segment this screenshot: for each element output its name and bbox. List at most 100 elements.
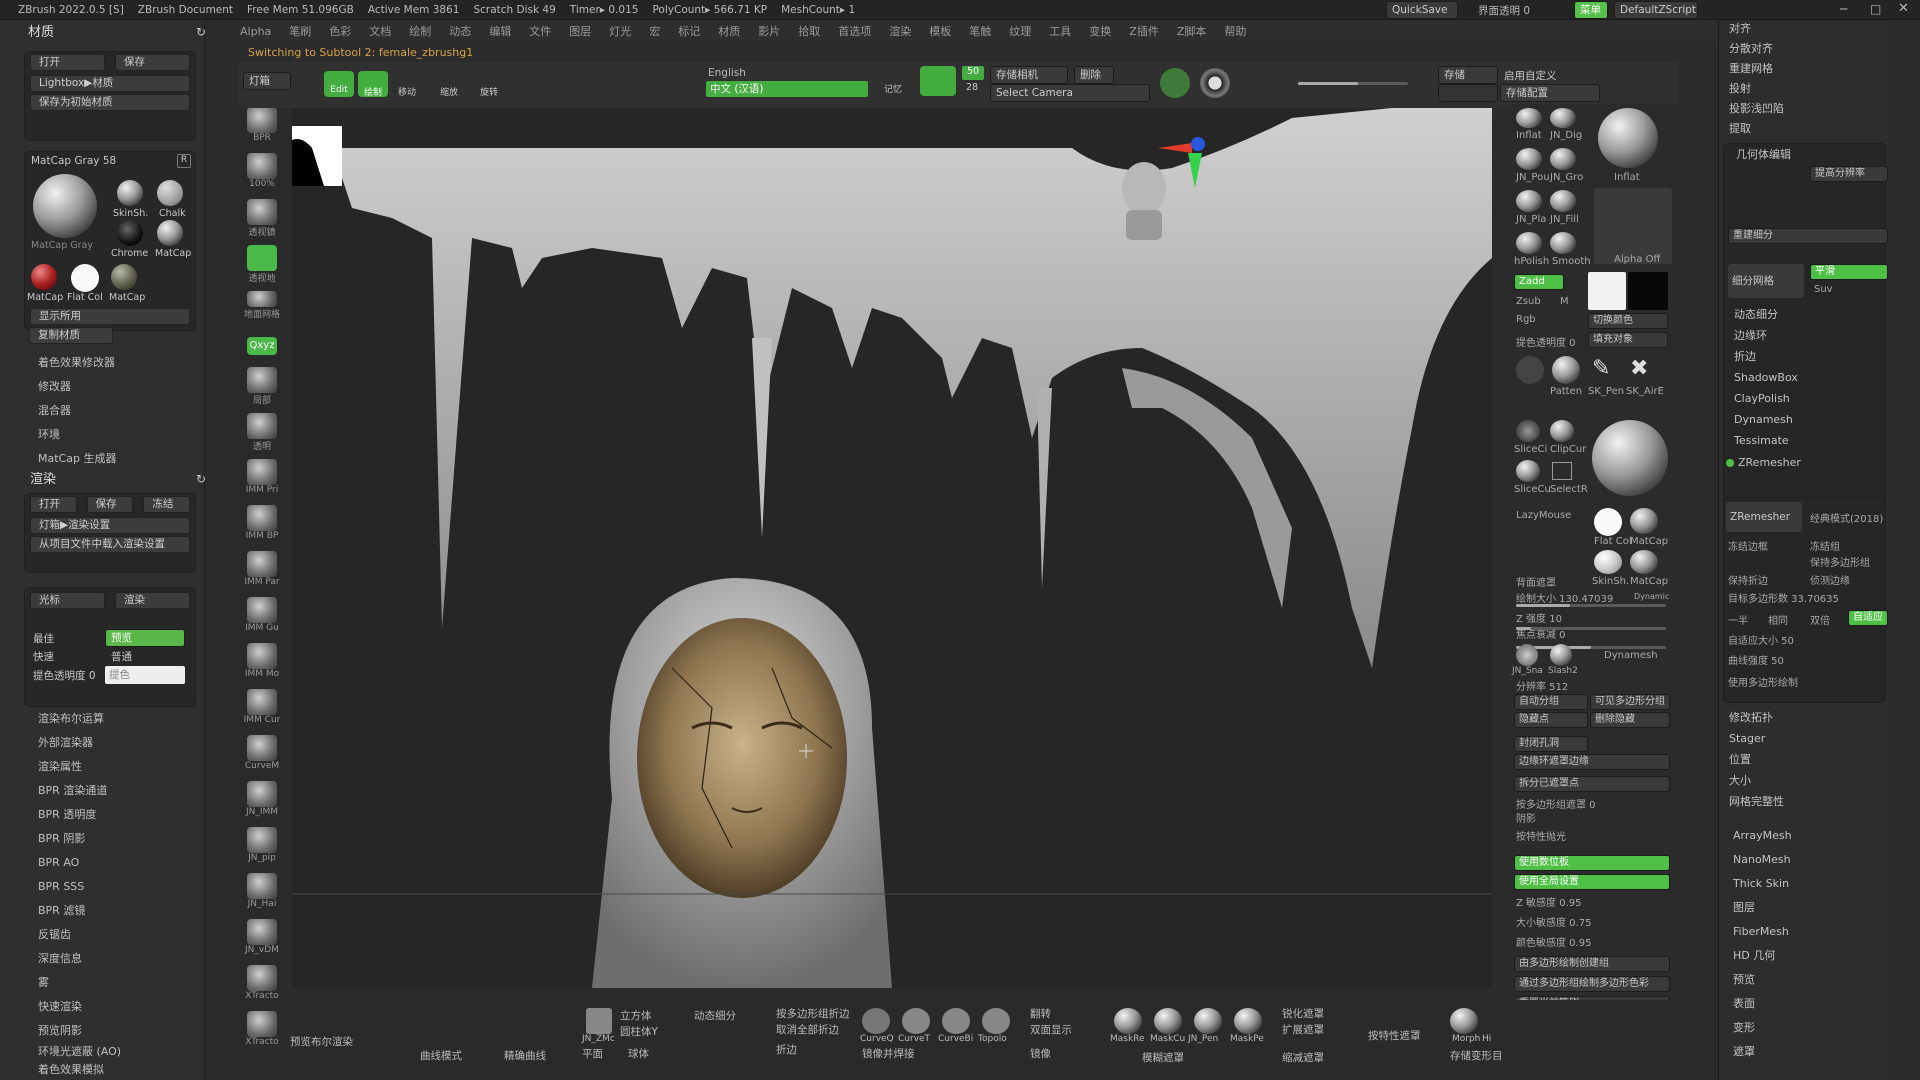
smooth-brush-icon[interactable] bbox=[1550, 232, 1576, 254]
language-english[interactable]: English bbox=[708, 67, 868, 79]
r-button[interactable]: R bbox=[177, 154, 191, 168]
item-hd-geometry[interactable]: HD 几何 bbox=[1719, 944, 1890, 968]
jn-pour-brush-icon[interactable] bbox=[1516, 148, 1542, 170]
fill-object-button[interactable]: 填充对象 bbox=[1588, 332, 1668, 348]
menu-tool[interactable]: 工具 bbox=[1049, 23, 1071, 39]
item-deformation[interactable]: 变形 bbox=[1719, 1016, 1890, 1040]
imm-bp-button[interactable]: IMM BP bbox=[238, 505, 286, 547]
project-item[interactable]: 投射 bbox=[1719, 79, 1890, 99]
auto-group-button[interactable]: 自动分组 bbox=[1514, 694, 1588, 710]
select-camera-dropdown[interactable]: Select Camera bbox=[990, 84, 1150, 102]
render-save-button[interactable]: 保存 bbox=[86, 496, 134, 513]
normal-label[interactable]: 普通 bbox=[105, 649, 185, 664]
move-button[interactable]: 移动 bbox=[392, 71, 422, 98]
mat-item-shader-mixer[interactable]: 着色效果修改器 bbox=[0, 351, 200, 375]
preview-boolean-button[interactable]: 预览布尔渲染 bbox=[290, 1034, 353, 1049]
jn-hair-button[interactable]: JN_Hai bbox=[238, 873, 286, 915]
item-arraymesh[interactable]: ArrayMesh bbox=[1719, 824, 1890, 848]
keep-creases-button[interactable]: 保持折边 bbox=[1728, 572, 1768, 587]
render-item-bpr-filter[interactable]: BPR 滤镜 bbox=[0, 899, 200, 923]
uncrease-all-button[interactable]: 取消全部折边 bbox=[776, 1022, 839, 1037]
grow-mask-button[interactable]: 扩展遮罩 bbox=[1282, 1022, 1324, 1037]
rotate-button[interactable]: 旋转 bbox=[474, 71, 504, 98]
qxyz-button[interactable]: Qxyz bbox=[238, 337, 286, 363]
draw-button[interactable]: 绘制 bbox=[358, 71, 388, 98]
curve-strength-slider[interactable]: 曲线强度 50 bbox=[1728, 652, 1784, 667]
mod-item-mesh-integrity[interactable]: 网格完整性 bbox=[1719, 791, 1890, 812]
flat-color-icon[interactable] bbox=[1594, 508, 1622, 536]
adaptive-size-slider[interactable]: 自适应大小 50 bbox=[1728, 632, 1794, 647]
size-sensitivity-slider[interactable]: 大小敏感度 0.75 bbox=[1516, 914, 1591, 929]
curveq-icon[interactable] bbox=[862, 1008, 890, 1034]
feature-mask-button[interactable]: 按特性遮罩 bbox=[1368, 1028, 1421, 1043]
menu-button[interactable]: 菜单 bbox=[1574, 1, 1608, 19]
imm-guns-button[interactable]: IMM Gu bbox=[238, 597, 286, 639]
pattern-stroke-icon[interactable] bbox=[1552, 356, 1580, 384]
jn-zmc-icon[interactable] bbox=[586, 1008, 612, 1034]
menu-light[interactable]: 灯光 bbox=[609, 23, 631, 39]
material-save-button[interactable]: 保存 bbox=[115, 54, 190, 71]
bpr-button[interactable]: BPR bbox=[238, 107, 286, 149]
cursor-button[interactable]: 光标 bbox=[30, 592, 105, 609]
jn-snake-icon[interactable] bbox=[1516, 644, 1538, 666]
item-preview[interactable]: 预览 bbox=[1719, 968, 1890, 992]
xtractor-button[interactable]: XTracto bbox=[238, 965, 286, 1007]
jn-imm-button[interactable]: JN_IMM bbox=[238, 781, 286, 823]
mat-item-environment[interactable]: 环境 bbox=[0, 423, 200, 447]
color-transparency-slider[interactable]: 提色透明度 0 bbox=[1516, 334, 1576, 349]
mask-pen-icon[interactable] bbox=[1234, 1008, 1262, 1034]
smooth-toggle[interactable]: 平滑 bbox=[1810, 264, 1888, 280]
render-item-antialias[interactable]: 反锯齿 bbox=[0, 923, 200, 947]
cube-button[interactable]: 立方体 bbox=[620, 1008, 652, 1023]
color-transparency-slider[interactable]: 提色透明度 0 bbox=[25, 668, 105, 683]
chrome-material[interactable] bbox=[117, 220, 143, 246]
render-refresh-icon[interactable]: ↻ bbox=[196, 472, 206, 486]
render-item-bpr-passes[interactable]: BPR 渲染通道 bbox=[0, 779, 200, 803]
geometry-header[interactable]: 几何体编辑 bbox=[1724, 144, 1885, 165]
close-holes-button[interactable]: 封闭孔洞 bbox=[1514, 736, 1588, 752]
skinshade-material[interactable] bbox=[117, 180, 143, 206]
store-camera-button[interactable]: 存储相机 bbox=[990, 66, 1068, 84]
precise-curve-button[interactable]: 精确曲线 bbox=[504, 1048, 546, 1063]
render-item-bpr-sss[interactable]: BPR SSS bbox=[0, 875, 200, 899]
render-item-depth[interactable]: 深度信息 bbox=[0, 947, 200, 971]
best-label[interactable]: 最佳 bbox=[25, 631, 105, 646]
minimize-icon[interactable]: ─ bbox=[1840, 2, 1847, 16]
inflat-brush-icon[interactable] bbox=[1516, 108, 1542, 128]
hide-point-button[interactable]: 隐藏点 bbox=[1514, 712, 1588, 728]
project-bas-relief-item[interactable]: 投影浅凹陷 bbox=[1719, 99, 1890, 119]
suv-toggle[interactable]: Suv bbox=[1814, 284, 1833, 295]
jn-vdm-button[interactable]: JN_vDM bbox=[238, 919, 286, 961]
feature-polish-slider[interactable]: 按特性抛光 bbox=[1516, 828, 1566, 843]
store-button[interactable]: 存储 bbox=[1438, 66, 1498, 84]
menu-render[interactable]: 渲染 bbox=[889, 23, 911, 39]
jn-pipe-button[interactable]: JN_pip bbox=[238, 827, 286, 869]
mat-item-mixer[interactable]: 混合器 bbox=[0, 399, 200, 423]
crease-button[interactable]: 折边 bbox=[776, 1042, 797, 1057]
use-global-settings-button[interactable]: 使用全局设置 bbox=[1514, 874, 1670, 890]
ui-transparency[interactable]: 界面透明 0 bbox=[1478, 3, 1530, 18]
color-sensitivity-slider[interactable]: 颜色敏感度 0.95 bbox=[1516, 934, 1591, 949]
item-thick-skin[interactable]: Thick Skin bbox=[1719, 872, 1890, 896]
color-swatch[interactable]: 提色 bbox=[105, 666, 185, 684]
item-masking[interactable]: 遮罩 bbox=[1719, 1040, 1890, 1064]
focal-shift-track[interactable] bbox=[1516, 646, 1666, 649]
draw-size-slider[interactable]: 绘制大小 130.47039 bbox=[1516, 590, 1613, 605]
menu-transform[interactable]: 变换 bbox=[1089, 23, 1111, 39]
chalk-material[interactable] bbox=[157, 180, 183, 206]
menu-movie-dyn[interactable]: 动态 bbox=[449, 23, 471, 39]
curvebridge-icon[interactable] bbox=[942, 1008, 970, 1034]
render-button[interactable]: 渲染 bbox=[115, 592, 190, 609]
sculpt-viewport[interactable] bbox=[292, 108, 1492, 988]
polygroup-color-button[interactable]: 通过多边形组绘制多边形色彩 bbox=[1514, 976, 1670, 992]
load-render-settings-button[interactable]: 从项目文件中载入渲染设置 bbox=[30, 536, 190, 553]
render-item-external[interactable]: 外部渲染器 bbox=[0, 731, 200, 755]
slash2-icon[interactable] bbox=[1550, 644, 1572, 666]
menu-marker[interactable]: 标记 bbox=[678, 23, 700, 39]
perspective-floor-button[interactable]: 透视地 bbox=[238, 245, 286, 287]
item-surface[interactable]: 表面 bbox=[1719, 992, 1890, 1016]
hpolish-brush-icon[interactable] bbox=[1516, 232, 1542, 254]
render-item-boolean[interactable]: 渲染布尔运算 bbox=[0, 707, 200, 731]
edit-button[interactable]: Edit bbox=[324, 71, 354, 97]
menu-texture[interactable]: 纹理 bbox=[1009, 23, 1031, 39]
